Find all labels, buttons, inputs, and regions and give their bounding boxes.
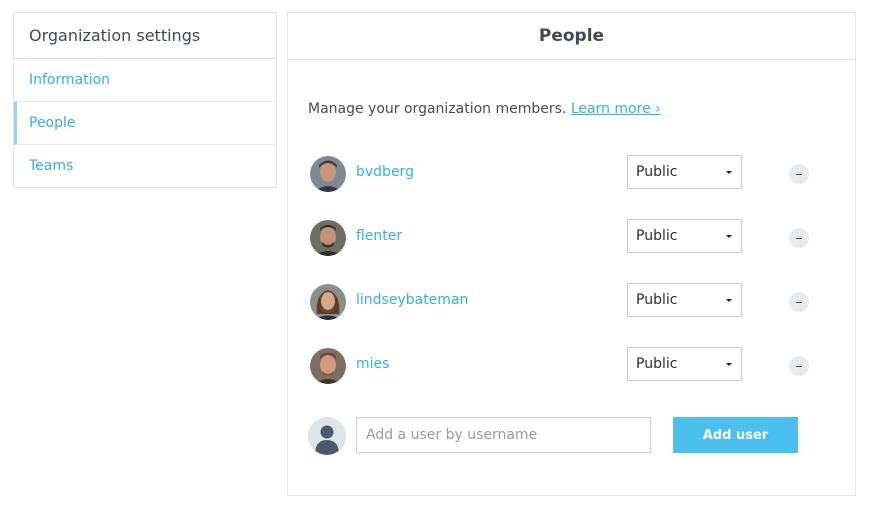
caret-down-icon [726, 235, 732, 238]
add-user-input[interactable] [356, 417, 651, 453]
visibility-select[interactable]: Public [627, 347, 742, 381]
add-user-button[interactable]: Add user [673, 417, 798, 453]
member-row: lindseybateman Public [310, 283, 820, 320]
intro-description: Manage your organization members. [308, 101, 567, 117]
avatar[interactable] [310, 220, 346, 256]
member-username[interactable]: flenter [356, 228, 402, 244]
sidebar-item-label: Teams [29, 158, 74, 174]
caret-down-icon [726, 363, 732, 366]
sidebar-title: Organization settings [14, 13, 276, 59]
sidebar-item-people[interactable]: People [14, 102, 276, 145]
caret-down-icon [726, 299, 732, 302]
caret-down-icon [726, 171, 732, 174]
visibility-select[interactable]: Public [627, 283, 742, 317]
sidebar-item-teams[interactable]: Teams [14, 145, 276, 187]
avatar[interactable] [310, 156, 346, 192]
member-row: mies Public [310, 347, 820, 384]
sidebar-item-label: Information [29, 72, 111, 88]
avatar[interactable] [310, 284, 346, 320]
visibility-select[interactable]: Public [627, 219, 742, 253]
intro-text: Manage your organization members. Learn … [308, 101, 661, 117]
remove-member-button[interactable] [789, 356, 809, 376]
remove-member-button[interactable] [789, 292, 809, 312]
add-user-row: Add user [308, 417, 828, 455]
people-panel: People Manage your organization members.… [287, 12, 856, 496]
page-title: People [288, 13, 855, 60]
member-row: flenter Public [310, 219, 820, 256]
visibility-value: Public [636, 292, 678, 308]
visibility-select[interactable]: Public [627, 155, 742, 189]
sidebar-item-label: People [29, 115, 76, 131]
visibility-value: Public [636, 164, 678, 180]
remove-member-button[interactable] [789, 164, 809, 184]
visibility-value: Public [636, 228, 678, 244]
settings-sidebar: Organization settings Information People… [13, 12, 277, 188]
sidebar-item-information[interactable]: Information [14, 59, 276, 102]
learn-more-link[interactable]: Learn more › [571, 101, 661, 117]
member-username[interactable]: lindseybateman [356, 292, 468, 308]
member-username[interactable]: bvdberg [356, 164, 414, 180]
visibility-value: Public [636, 356, 678, 372]
user-placeholder-icon [308, 417, 346, 455]
member-username[interactable]: mies [356, 356, 389, 372]
remove-member-button[interactable] [789, 228, 809, 248]
member-row: bvdberg Public [310, 155, 820, 192]
avatar[interactable] [310, 348, 346, 384]
